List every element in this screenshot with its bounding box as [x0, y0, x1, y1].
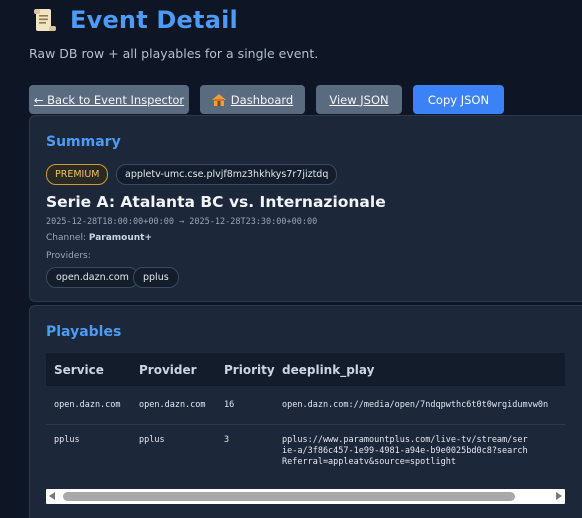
scroll-left-arrow-icon[interactable]: [49, 492, 55, 500]
channel-value: Paramount+: [88, 233, 153, 243]
event-time-range: 2025-12-28T18:00:00+00:00 → 2025-12-28T2…: [46, 217, 318, 227]
cell-priority: 16: [224, 400, 235, 410]
provider-chip: pplus: [133, 267, 179, 288]
cell-service: open.dazn.com: [54, 400, 121, 410]
cell-provider: open.dazn.com: [139, 400, 206, 410]
column-header-priority: Priority: [224, 363, 275, 377]
page-subtitle: Raw DB row + all playables for a single …: [29, 46, 319, 61]
event-id-badge: appletv-umc.cse.plvjf8mz3hkhkys7r7jiztdq: [116, 164, 338, 185]
column-header-service: Service: [54, 363, 104, 377]
scroll-icon: [34, 9, 56, 31]
cell-priority: 3: [224, 435, 230, 445]
event-name: Serie A: Atalanta BC vs. Internazionale: [46, 193, 386, 211]
view-json-button-label: View JSON: [329, 92, 389, 107]
channel-line: Channel: Paramount+: [46, 233, 152, 243]
playables-card: Playables Service Provider Priority deep…: [29, 305, 582, 518]
copy-json-button-label: Copy JSON: [427, 92, 490, 107]
table-row: open.dazn.com open.dazn.com 16 open.dazn…: [46, 386, 565, 425]
table-row: pplus pplus 3 pplus://www.paramountplus.…: [46, 425, 565, 480]
horizontal-scrollbar[interactable]: [46, 489, 565, 504]
house-icon: [211, 93, 226, 106]
cell-deeplink-play[interactable]: open.dazn.com://media/open/7ndqpwthc6t0t…: [282, 400, 548, 410]
column-header-provider: Provider: [139, 363, 197, 377]
back-button-label: ← Back to Event Inspector: [33, 92, 185, 107]
dashboard-button[interactable]: Dashboard: [200, 85, 305, 114]
copy-json-button[interactable]: Copy JSON: [413, 85, 504, 114]
cell-provider: pplus: [139, 435, 165, 445]
event-detail-page: Event Detail Raw DB row + all playables …: [0, 0, 582, 518]
page-title: Event Detail: [70, 6, 238, 34]
back-to-event-inspector-button[interactable]: ← Back to Event Inspector: [29, 85, 189, 114]
providers-label: Providers:: [46, 251, 91, 261]
cell-service: pplus: [54, 435, 80, 445]
playables-heading: Playables: [46, 324, 122, 340]
summary-card: Summary PREMIUM appletv-umc.cse.plvjf8mz…: [29, 115, 582, 302]
dashboard-button-label: Dashboard: [230, 92, 294, 107]
view-json-button[interactable]: View JSON: [316, 85, 402, 114]
scroll-right-arrow-icon[interactable]: [556, 492, 562, 500]
scroll-thumb[interactable]: [63, 492, 515, 501]
summary-heading: Summary: [46, 134, 121, 150]
provider-chip: open.dazn.com: [46, 267, 139, 288]
premium-badge: PREMIUM: [46, 164, 109, 185]
column-header-deeplink-play: deeplink_play: [282, 363, 375, 377]
cell-deeplink-play[interactable]: pplus://www.paramountplus.com/live-tv/st…: [282, 435, 532, 468]
page-header: Event Detail: [32, 6, 238, 34]
playables-table: Service Provider Priority deeplink_play …: [46, 353, 565, 490]
channel-label: Channel:: [46, 233, 86, 243]
table-header: Service Provider Priority deeplink_play: [46, 353, 565, 386]
